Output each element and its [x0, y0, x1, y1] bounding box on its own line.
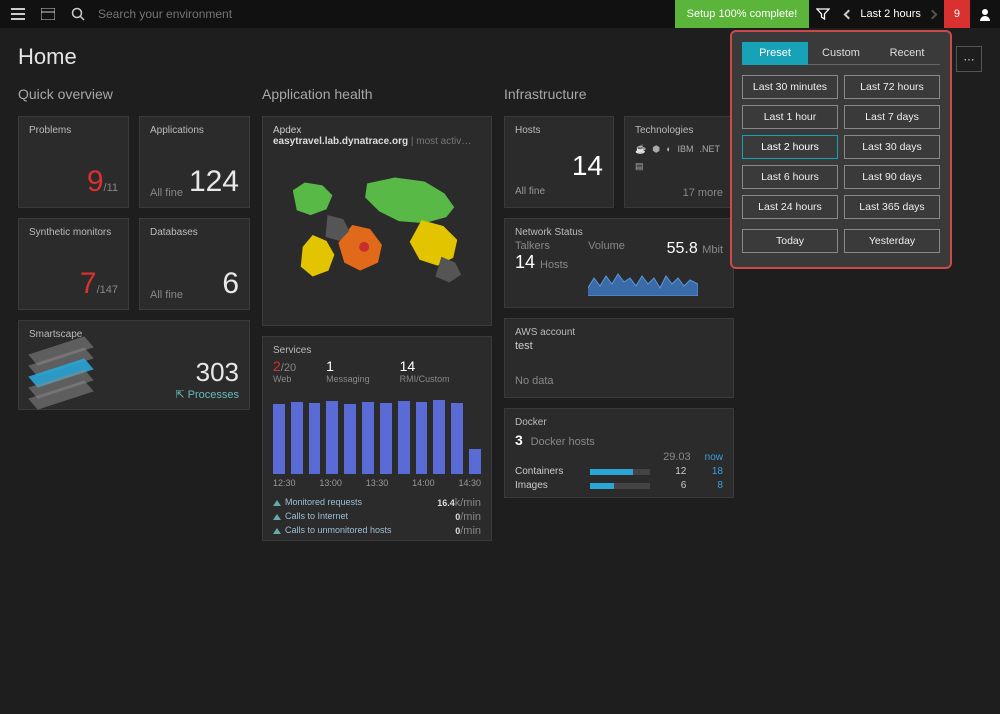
applications-card[interactable]: Applications All fine 124: [139, 116, 250, 208]
timeframe-label: Last 2 hours: [860, 8, 921, 20]
java-icon: ☕: [635, 144, 646, 155]
services-card[interactable]: Services 2/20Web1Messaging14RMI/Custom 1…: [262, 336, 492, 541]
topbar: Setup 100% complete! Last 2 hours 9: [0, 0, 1000, 28]
more-menu-button[interactable]: ⋯: [956, 46, 982, 72]
docker-card[interactable]: Docker 3 Docker hosts 29.03now Container…: [504, 408, 734, 498]
alert-badge[interactable]: 9: [944, 0, 970, 28]
nginx-icon: ⬢: [652, 144, 660, 155]
dashboard-icon[interactable]: [38, 4, 58, 24]
timeframe-preset[interactable]: Last 365 days: [844, 195, 940, 219]
chevron-left-icon: [844, 9, 854, 19]
timeframe-preset[interactable]: Last 72 hours: [844, 75, 940, 99]
timeframe-preset[interactable]: Last 1 hour: [742, 105, 838, 129]
ibm-icon: IBM: [678, 144, 694, 155]
timeframe-tab-recent[interactable]: Recent: [874, 42, 940, 65]
setup-banner[interactable]: Setup 100% complete!: [675, 0, 810, 28]
timeframe-popover: PresetCustomRecent Last 30 minutesLast 7…: [730, 30, 952, 269]
apphealth-heading: Application health: [262, 86, 492, 102]
applications-label: Applications: [150, 125, 239, 136]
apdex-card[interactable]: Apdex easytravel.lab.dynatrace.org | mos…: [262, 116, 492, 326]
infra-heading: Infrastructure: [504, 86, 734, 102]
menu-icon[interactable]: [8, 4, 28, 24]
services-barchart: [273, 394, 481, 474]
timeframe-preset[interactable]: Last 24 hours: [742, 195, 838, 219]
timeframe-preset[interactable]: Today: [742, 229, 838, 253]
timeframe-preset[interactable]: Last 30 days: [844, 135, 940, 159]
smartscape-icon: [33, 347, 89, 402]
timeframe-preset[interactable]: Last 7 days: [844, 105, 940, 129]
timeframe-tab-custom[interactable]: Custom: [808, 42, 874, 65]
timeframe-tab-preset[interactable]: Preset: [742, 42, 808, 65]
db-icon: ▤: [635, 161, 644, 172]
hosts-card[interactable]: Hosts All fine 14: [504, 116, 614, 208]
timeframe-selector[interactable]: Last 2 hours: [837, 0, 944, 28]
other-icon: ◐: [666, 144, 671, 155]
timeframe-preset[interactable]: Last 90 days: [844, 165, 940, 189]
tech-icons: ☕ ⬢ ◐ IBM .NET ▤: [635, 144, 723, 172]
timeframe-preset[interactable]: Last 6 hours: [742, 165, 838, 189]
problems-label: Problems: [29, 125, 118, 136]
synthetic-card[interactable]: Synthetic monitors 7/147: [18, 218, 129, 310]
technologies-card[interactable]: Technologies ☕⬢◐ IBM.NET▤ 17 more: [624, 116, 734, 208]
smartscape-card[interactable]: Smartscape 303 ⇱ Processes: [18, 320, 250, 410]
problems-card[interactable]: Problems 9/11: [18, 116, 129, 208]
databases-card[interactable]: Databases All fine 6: [139, 218, 250, 310]
network-sparkline: [588, 258, 698, 296]
aws-card[interactable]: AWS account test No data: [504, 318, 734, 398]
filter-icon[interactable]: [809, 0, 837, 28]
services-xaxis: 12:3013:0013:3014:0014:30: [273, 478, 481, 488]
timeframe-preset[interactable]: Last 2 hours: [742, 135, 838, 159]
timeframe-preset[interactable]: Yesterday: [844, 229, 940, 253]
search-icon[interactable]: [68, 4, 88, 24]
chevron-right-icon: [927, 9, 937, 19]
dotnet-icon: .NET: [700, 144, 721, 155]
timeframe-preset[interactable]: Last 30 minutes: [742, 75, 838, 99]
link-icon: ⇱: [175, 389, 184, 401]
network-status-card[interactable]: Network Status Talkers 14 Hosts Volume55…: [504, 218, 734, 308]
overview-heading: Quick overview: [18, 86, 250, 102]
world-map: [273, 155, 481, 305]
user-icon[interactable]: [970, 0, 1000, 28]
